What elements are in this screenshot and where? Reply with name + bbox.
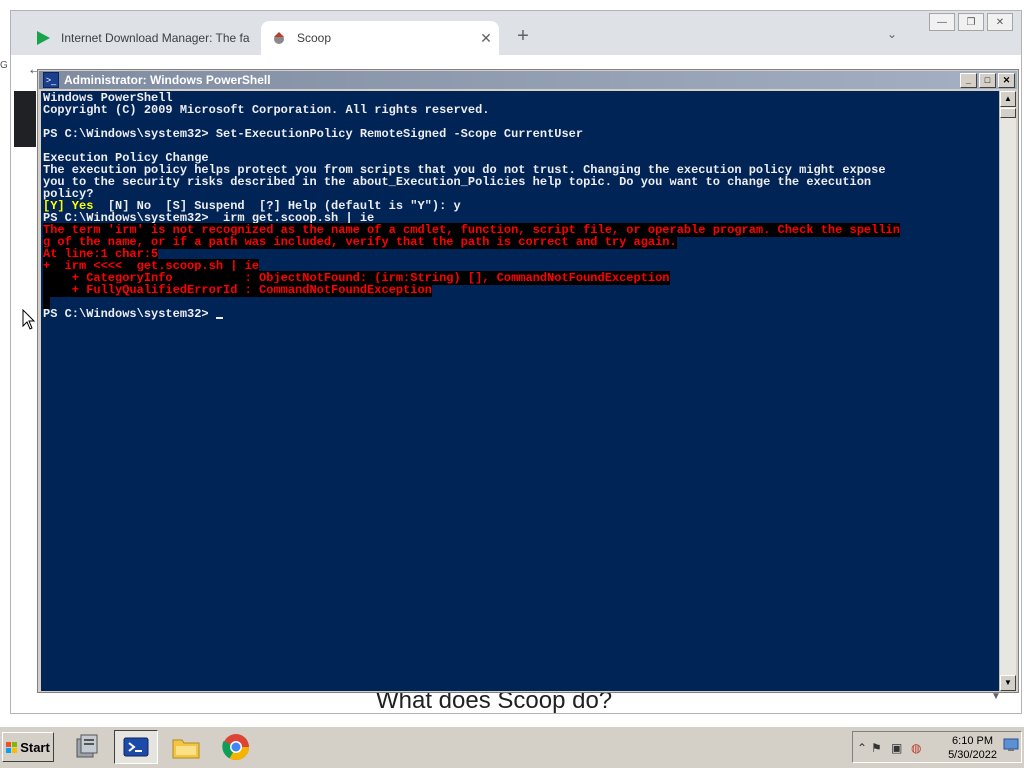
minimize-icon[interactable]: _ xyxy=(960,72,977,88)
taskbar: Start ⌃ ⚑ ▣ ◍ 6:10 PM 5/30/2022 xyxy=(0,726,1024,768)
console-line: Copyright (C) 2009 Microsoft Corporation… xyxy=(43,104,900,116)
chevron-up-icon[interactable]: ⌃ xyxy=(857,741,867,755)
console-line-text: PS C:\Windows\system32> Set-ExecutionPol… xyxy=(43,127,584,141)
show-desktop-icon[interactable] xyxy=(1003,738,1019,755)
scroll-down-icon[interactable]: ▼ xyxy=(1000,675,1016,691)
powershell-taskbar-icon[interactable] xyxy=(114,730,158,764)
powershell-title-bar[interactable]: >_ Administrator: Windows PowerShell _ □… xyxy=(39,71,1017,89)
minimize-icon[interactable]: — xyxy=(929,13,955,31)
system-tray: ⌃ ⚑ ▣ ◍ 6:10 PM 5/30/2022 xyxy=(852,731,1022,763)
window-title: Administrator: Windows PowerShell xyxy=(64,73,271,87)
scroll-thumb[interactable] xyxy=(1000,108,1016,118)
console-line-text: PS C:\Windows\system32> xyxy=(43,307,216,321)
side-glyph: G xyxy=(0,60,8,71)
clock[interactable]: 6:10 PM 5/30/2022 xyxy=(948,734,997,762)
console-line-text: Copyright (C) 2009 Microsoft Corporation… xyxy=(43,103,490,117)
tab-label: Internet Download Manager: The fa xyxy=(61,31,250,45)
close-icon[interactable]: ✕ xyxy=(987,13,1013,31)
console-line: + FullyQualifiedErrorId : CommandNotFoun… xyxy=(43,283,900,297)
console-line: PS C:\Windows\system32> xyxy=(43,308,900,320)
powershell-window: >_ Administrator: Windows PowerShell _ □… xyxy=(37,69,1019,693)
vertical-scrollbar[interactable]: ▲ ▼ xyxy=(999,91,1016,691)
restore-icon[interactable]: ❐ xyxy=(958,13,984,31)
chrome-icon[interactable] xyxy=(214,730,258,764)
page-side-block xyxy=(14,91,36,147)
chevron-down-icon[interactable]: ⌄ xyxy=(887,27,897,41)
tab-label: Scoop xyxy=(297,31,332,45)
powershell-icon: >_ xyxy=(43,72,59,88)
console-line-text: + FullyQualifiedErrorId : CommandNotFoun… xyxy=(43,283,432,297)
volume-muted-icon[interactable]: ◍ xyxy=(911,741,921,755)
tab-strip: Internet Download Manager: The fa Scoop … xyxy=(11,11,1021,55)
console-output[interactable]: Windows PowerShell Copyright (C) 2009 Mic… xyxy=(41,91,1001,691)
start-label: Start xyxy=(20,739,50,755)
console-lines: Windows PowerShell Copyright (C) 2009 Mic… xyxy=(43,92,900,320)
window-controls: _ □ ✕ xyxy=(960,72,1015,88)
windows-logo-icon xyxy=(6,741,18,753)
folder-icon[interactable] xyxy=(164,730,208,764)
server-manager-icon[interactable] xyxy=(66,730,110,764)
close-icon[interactable]: ✕ xyxy=(998,72,1015,88)
browser-window-controls: — ❐ ✕ xyxy=(929,13,1013,31)
new-tab-button[interactable]: + xyxy=(511,25,535,48)
play-icon xyxy=(35,30,51,46)
maximize-icon[interactable]: □ xyxy=(979,72,996,88)
clock-time: 6:10 PM xyxy=(952,735,994,747)
mouse-pointer-icon xyxy=(22,309,36,330)
text-cursor xyxy=(215,317,223,319)
console-line: you to the security risks described in t… xyxy=(43,176,900,188)
console-line: PS C:\Windows\system32> Set-ExecutionPol… xyxy=(43,128,900,140)
scoop-icon xyxy=(271,30,287,46)
console-line-text: you to the security risks described in t… xyxy=(43,175,872,189)
network-icon[interactable]: ▣ xyxy=(891,741,902,755)
close-tab-icon[interactable]: ✕ xyxy=(477,30,495,47)
clock-date: 5/30/2022 xyxy=(948,749,997,761)
tab-idm[interactable]: Internet Download Manager: The fa xyxy=(25,21,261,55)
console-line: g of the name, or if a path was included… xyxy=(43,235,900,249)
scroll-up-icon[interactable]: ▲ xyxy=(1000,91,1016,107)
tab-scoop[interactable]: Scoop ✕ xyxy=(261,21,499,55)
flag-icon[interactable]: ⚑ xyxy=(871,741,882,755)
start-button[interactable]: Start xyxy=(2,732,54,762)
